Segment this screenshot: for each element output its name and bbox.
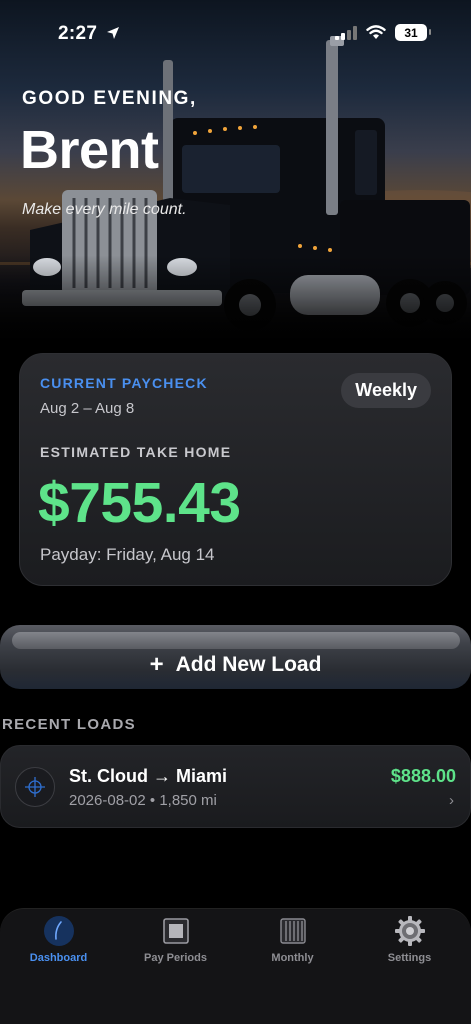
tab-monthly[interactable]: Monthly	[234, 915, 351, 975]
take-home-label: ESTIMATED TAKE HOME	[40, 444, 232, 460]
load-amount: $888.00	[390, 766, 456, 786]
load-meta: 2026-08-02 • 1,850 mi	[69, 792, 217, 809]
recent-loads-title: RECENT LOADS	[2, 716, 136, 733]
greeting-text: GOOD EVENING,	[22, 88, 197, 109]
tab-settings[interactable]: Settings	[351, 915, 468, 975]
dashboard-icon	[43, 915, 75, 947]
location-arrow-icon	[106, 27, 119, 39]
paycheck-label: CURRENT PAYCHECK	[40, 375, 208, 391]
paycheck-date-range: Aug 2 – Aug 8	[40, 400, 135, 417]
chevron-right-icon: ›	[449, 792, 454, 809]
crosshair-icon	[15, 767, 55, 807]
monthly-icon	[277, 915, 309, 947]
gear-icon	[394, 915, 426, 947]
add-new-load-button[interactable]: + Add New Load	[0, 625, 471, 689]
tab-bar: Dashboard Pay Periods Monthly Settings	[0, 908, 471, 1024]
tagline: Make every mile count.	[22, 201, 187, 218]
plus-icon: +	[149, 651, 164, 678]
load-route: St. Cloud → Miami	[69, 766, 228, 786]
battery-icon: 31	[395, 24, 431, 41]
cellular-signal-icon	[335, 25, 357, 40]
status-bar: 2:27 31	[0, 0, 471, 64]
list-item[interactable]: St. Cloud → Miami 2026-08-02 • 1,850 mi …	[0, 745, 471, 828]
tab-label: Dashboard	[29, 952, 88, 964]
pay-periods-icon	[160, 915, 192, 947]
tab-label: Pay Periods	[144, 952, 207, 964]
tab-label: Settings	[387, 952, 432, 964]
add-new-load-label: Add New Load	[175, 653, 322, 676]
take-home-amount: $755.43	[38, 471, 241, 535]
payday-text: Payday: Friday, Aug 14	[40, 545, 215, 564]
status-time: 2:27	[58, 23, 120, 45]
user-name: Brent	[20, 120, 159, 180]
battery-level: 31	[404, 25, 418, 40]
wifi-icon	[366, 25, 386, 39]
tab-pay-periods[interactable]: Pay Periods	[117, 915, 234, 975]
pay-period-toggle[interactable]: Weekly	[341, 373, 431, 408]
tab-dashboard[interactable]: Dashboard	[0, 915, 117, 975]
tab-label: Monthly	[271, 952, 314, 964]
current-paycheck-card[interactable]: CURRENT PAYCHECK Aug 2 – Aug 8 Weekly ES…	[19, 353, 452, 586]
